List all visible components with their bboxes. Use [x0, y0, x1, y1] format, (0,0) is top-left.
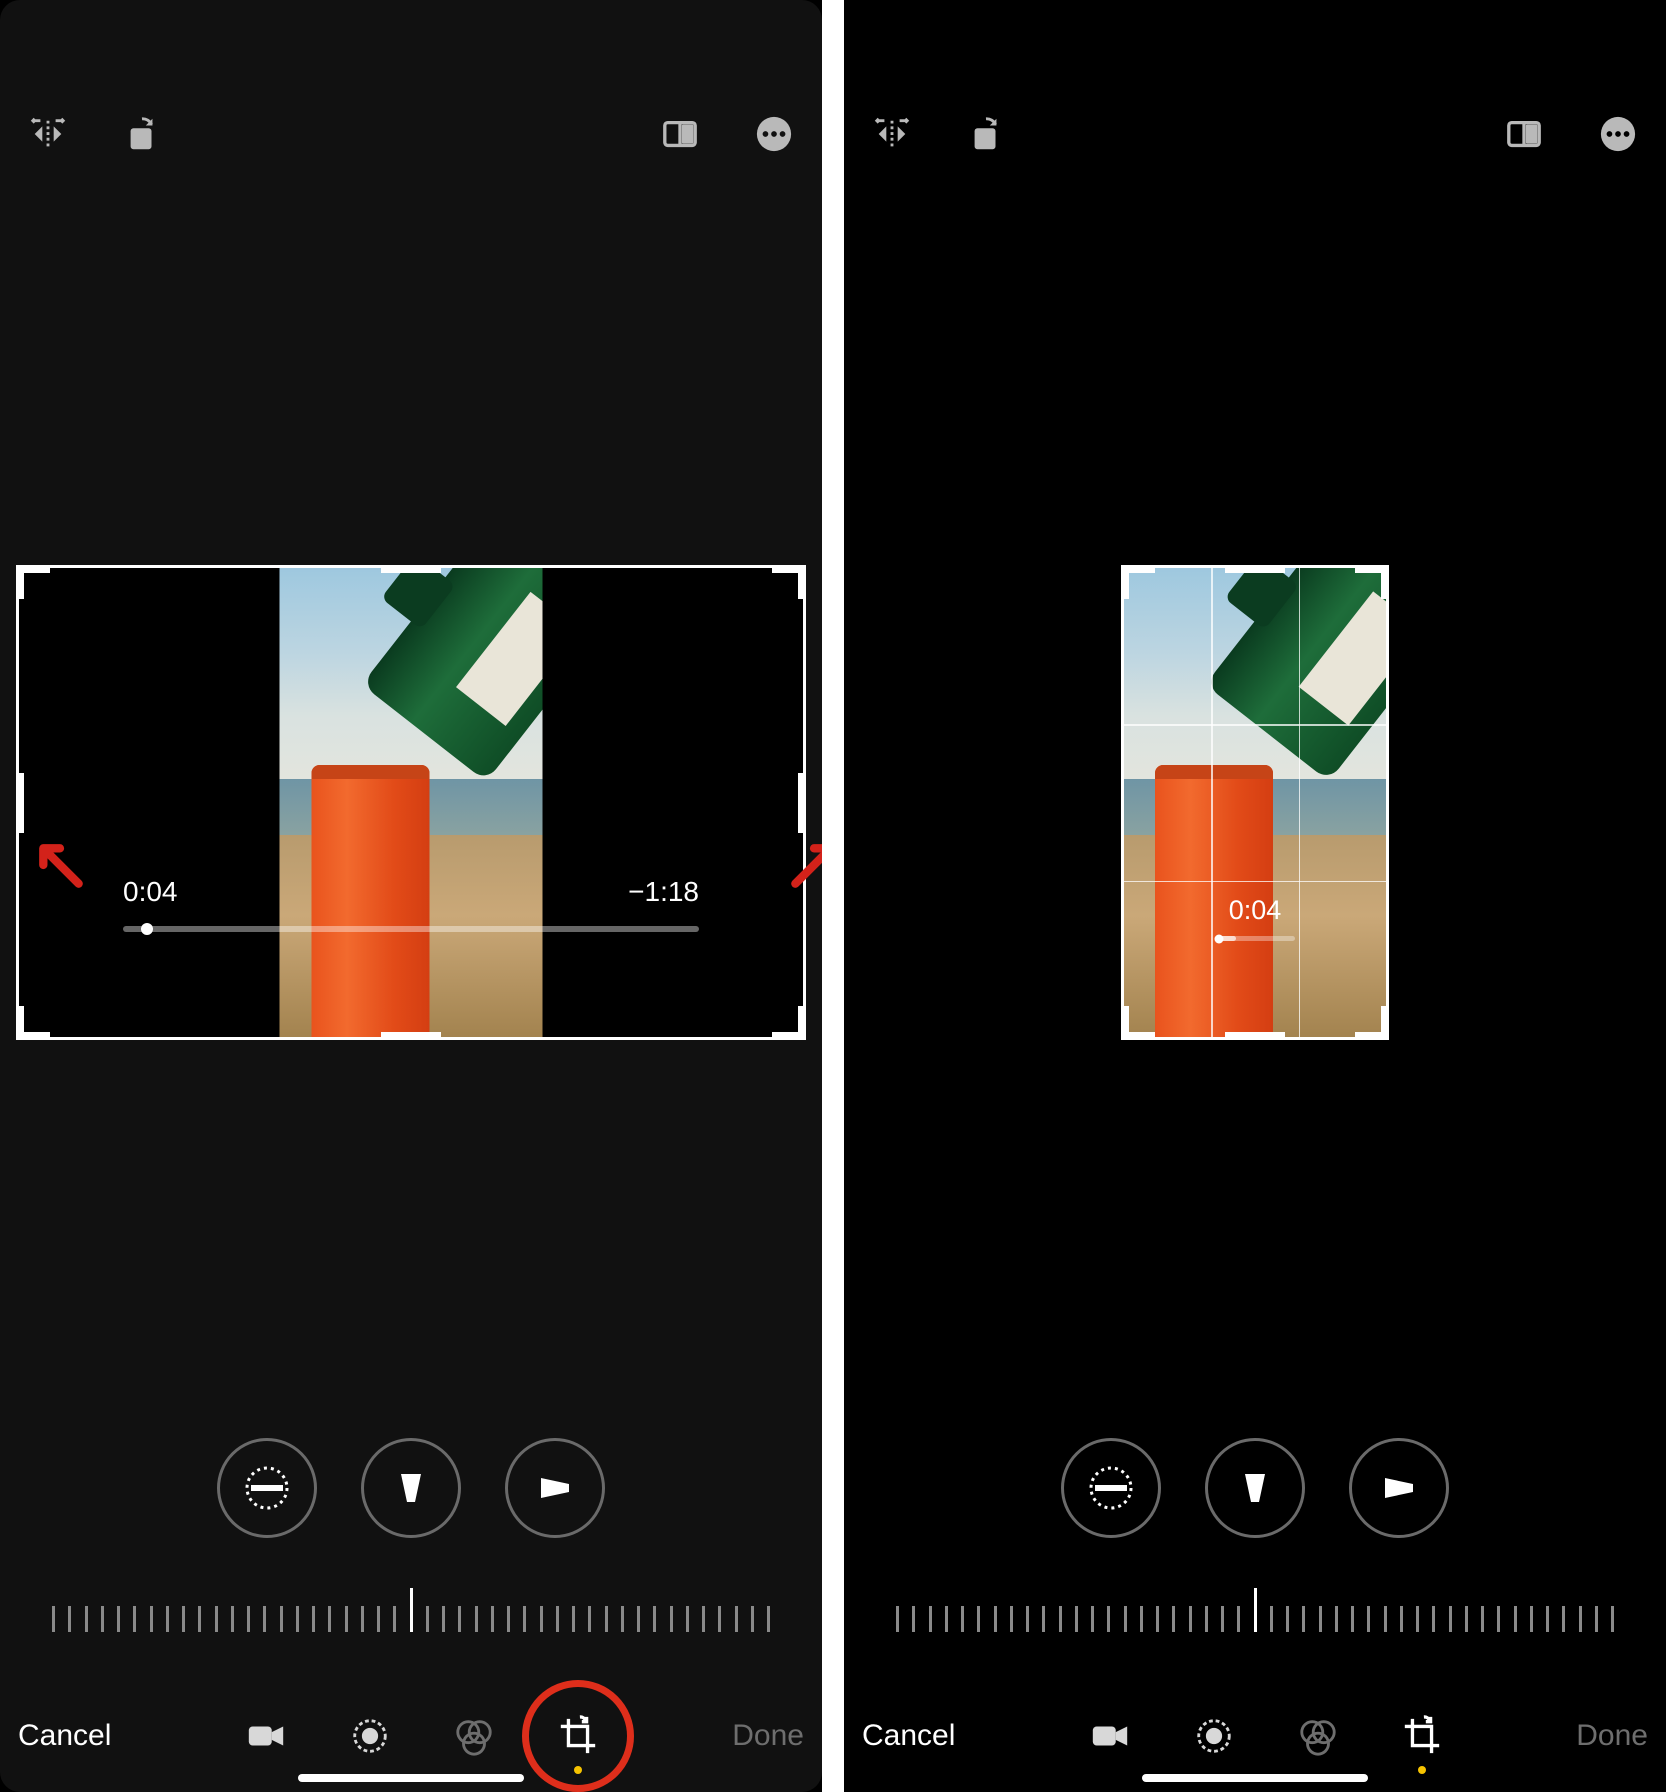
home-indicator [1142, 1774, 1368, 1782]
filters-tab[interactable] [452, 1714, 496, 1758]
annotation-highlight-ring [522, 1680, 634, 1792]
remaining-time: −1:18 [628, 876, 699, 908]
left-screen: 0:04 −1:18 [0, 0, 822, 1792]
adjust-tab[interactable] [1192, 1714, 1236, 1758]
flip-horizontal-icon[interactable] [24, 110, 72, 158]
horizontal-perspective-button[interactable] [505, 1438, 605, 1538]
editor-tabs [244, 1714, 600, 1758]
home-indicator [298, 1774, 524, 1782]
flip-horizontal-icon[interactable] [868, 110, 916, 158]
ellipsis-icon[interactable] [1594, 110, 1642, 158]
video-tab[interactable] [1088, 1714, 1132, 1758]
current-time: 0:04 [123, 876, 178, 908]
video-tab[interactable] [244, 1714, 288, 1758]
rotate-icon[interactable] [962, 110, 1010, 158]
video-thumbnail [280, 568, 543, 1037]
bottom-bar: Cancel Done [844, 1714, 1666, 1758]
cancel-button[interactable]: Cancel [862, 1719, 955, 1753]
crop-top-toolbar [24, 110, 798, 158]
straighten-button[interactable] [217, 1438, 317, 1538]
done-button[interactable]: Done [732, 1719, 804, 1753]
video-thumbnail [1124, 568, 1386, 1037]
crop-top-toolbar [868, 110, 1642, 158]
aspect-ratio-icon[interactable] [1500, 110, 1548, 158]
cancel-button[interactable]: Cancel [18, 1719, 111, 1753]
video-scrubber[interactable]: 0:04 [1215, 895, 1295, 941]
horizontal-perspective-button[interactable] [1349, 1438, 1449, 1538]
done-button[interactable]: Done [1576, 1719, 1648, 1753]
vertical-perspective-button[interactable] [361, 1438, 461, 1538]
screenshot-divider [822, 0, 844, 1792]
right-screen: 0:04 Cancel [844, 0, 1666, 1792]
crop-stage: 0:04 [860, 565, 1650, 1040]
crop-adjust-row [1061, 1438, 1449, 1538]
editor-tabs [1088, 1714, 1444, 1758]
crop-tab[interactable] [556, 1714, 600, 1758]
aspect-ratio-icon[interactable] [656, 110, 704, 158]
adjust-tab[interactable] [348, 1714, 392, 1758]
angle-dial[interactable] [896, 1588, 1614, 1632]
angle-dial[interactable] [52, 1588, 770, 1632]
ellipsis-icon[interactable] [750, 110, 798, 158]
crop-tab[interactable] [1400, 1714, 1444, 1758]
bottom-bar: Cancel Done [0, 1714, 822, 1758]
crop-stage: 0:04 −1:18 [16, 565, 806, 1040]
crop-frame[interactable]: 0:04 −1:18 [16, 565, 806, 1040]
vertical-perspective-button[interactable] [1205, 1438, 1305, 1538]
straighten-button[interactable] [1061, 1438, 1161, 1538]
video-scrubber[interactable]: 0:04 −1:18 [123, 876, 699, 932]
crop-adjust-row [217, 1438, 605, 1538]
crop-frame[interactable]: 0:04 [1121, 565, 1389, 1040]
filters-tab[interactable] [1296, 1714, 1340, 1758]
current-time: 0:04 [1215, 895, 1295, 926]
rotate-icon[interactable] [118, 110, 166, 158]
